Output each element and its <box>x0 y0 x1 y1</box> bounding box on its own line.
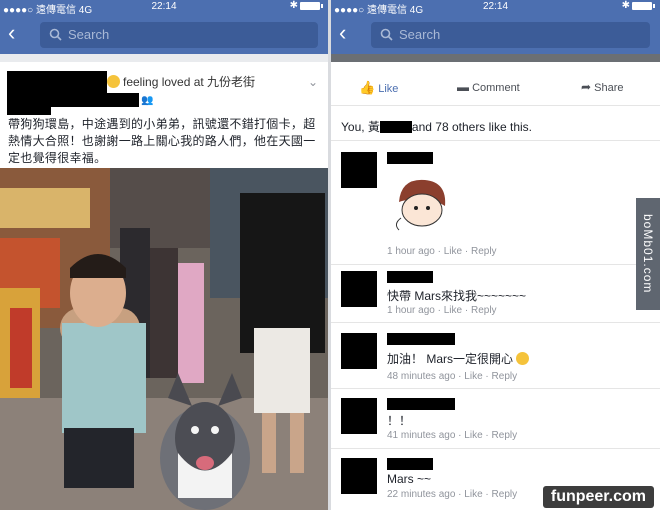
like-button[interactable]: 👍 Like <box>359 80 398 96</box>
share-icon: ➦ <box>581 80 592 94</box>
search-field[interactable]: Search <box>40 22 318 48</box>
commenter-avatar-redacted[interactable] <box>341 271 377 307</box>
side-watermark: boMb01.com <box>636 198 660 310</box>
comment-meta: 1 hour ago · Like · Reply <box>387 246 497 257</box>
commenter-name-redacted[interactable] <box>387 458 433 470</box>
share-button[interactable]: ➦ Share <box>581 80 623 94</box>
bluetooth-icon: ✱ <box>289 0 298 11</box>
likes-prefix: You, 黃 <box>341 120 380 134</box>
divider <box>331 448 660 449</box>
comment-like-link[interactable]: Like <box>444 305 462 316</box>
likes-suffix: and 78 others like this. <box>411 120 532 134</box>
battery-icon <box>632 2 655 10</box>
left-screen: ●●●●○ 遠傳電信 4G 22:14 ✱ ‹ Search feeling l… <box>0 0 328 510</box>
timestamp-redacted <box>7 93 139 107</box>
like-label: Like <box>378 83 399 95</box>
comment-text: Mars ~~ <box>387 472 432 486</box>
bottom-watermark: funpeer.com <box>542 486 654 508</box>
search-placeholder: Search <box>399 27 441 42</box>
back-chevron-icon[interactable]: ‹ <box>339 22 346 44</box>
name-redacted <box>379 121 412 133</box>
smiley-icon <box>516 352 530 365</box>
comment-meta: 1 hour ago · Like · Reply <box>387 305 497 316</box>
comment-like-link[interactable]: Like <box>464 371 482 382</box>
commenter-avatar-redacted[interactable] <box>341 152 377 188</box>
commenter-avatar-redacted[interactable] <box>341 398 377 434</box>
right-screen: ●●●●○ 遠傳電信 4G 22:14 ✱ ‹ Search 👍 Like ▬ … <box>331 0 660 510</box>
divider <box>331 264 660 265</box>
clock: 22:14 <box>151 1 177 12</box>
chevron-down-icon[interactable]: ⌄ <box>308 75 318 89</box>
comment-meta: 41 minutes ago · Like · Reply <box>387 430 518 441</box>
commenter-name-redacted[interactable] <box>387 398 455 410</box>
author-name-redacted[interactable] <box>7 71 107 93</box>
action-bar: 👍 Like ▬ Comment ➦ Share <box>331 72 660 102</box>
photo-edge <box>331 54 660 62</box>
search-icon <box>380 28 393 41</box>
bluetooth-icon: ✱ <box>621 0 630 11</box>
comment-button[interactable]: ▬ Comment <box>457 80 520 94</box>
post-photo[interactable] <box>0 168 328 510</box>
commenter-avatar-redacted[interactable] <box>341 333 377 369</box>
comment-meta: 48 minutes ago · Like · Reply <box>387 371 518 382</box>
back-chevron-icon[interactable]: ‹ <box>8 22 15 44</box>
comment-like-link[interactable]: Like <box>444 246 462 257</box>
feeling-text: feeling loved at 九份老街 <box>123 75 256 89</box>
post-text: 帶狗狗環島，中途遇到的小弟弟，訊號還不錯打個卡，超熱情大合照！也謝謝一路上關心我… <box>8 117 316 165</box>
smiley-icon <box>107 75 120 88</box>
commenter-name-redacted[interactable] <box>387 152 433 164</box>
comment-like-link[interactable]: Like <box>464 430 482 441</box>
comment-reply-link[interactable]: Reply <box>471 305 497 316</box>
search-placeholder: Search <box>68 27 110 42</box>
battery-icon <box>300 2 323 10</box>
nav-bar: ‹ Search <box>331 14 660 54</box>
nav-bar: ‹ Search <box>0 14 328 54</box>
divider <box>331 388 660 389</box>
divider <box>331 322 660 323</box>
status-bar: ●●●●○ 遠傳電信 4G 22:14 ✱ <box>0 0 328 16</box>
divider <box>331 140 660 141</box>
thumbs-up-icon: 👍 <box>359 80 376 95</box>
status-bar: ●●●●○ 遠傳電信 4G 22:14 ✱ <box>331 0 660 16</box>
comment-icon: ▬ <box>457 80 469 94</box>
comment-text: 快帶 Mars來找我~~~~~~~ <box>387 289 527 303</box>
share-label: Share <box>594 82 624 94</box>
feeling-status: feeling loved at 九份老街 <box>107 73 255 90</box>
search-field[interactable]: Search <box>371 22 650 48</box>
comment-meta: 22 minutes ago · Like · Reply <box>387 489 518 500</box>
friends-icon: 👥 <box>141 95 154 106</box>
search-icon <box>49 28 62 41</box>
commenter-name-redacted[interactable] <box>387 333 455 345</box>
comment-text: ！！ <box>387 414 412 428</box>
comment-reply-link[interactable]: Reply <box>492 430 518 441</box>
commenter-avatar-redacted[interactable] <box>341 458 377 494</box>
comment-reply-link[interactable]: Reply <box>471 246 497 257</box>
comment-text: 加油！ Mars一定很開心 <box>387 350 532 367</box>
likes-summary[interactable]: You, 黃 and 78 others like this. <box>341 118 532 135</box>
commenter-name-redacted[interactable] <box>387 271 433 283</box>
divider <box>331 105 660 106</box>
comment-reply-link[interactable]: Reply <box>492 371 518 382</box>
comment-reply-link[interactable]: Reply <box>492 489 518 500</box>
street-photo <box>0 168 328 510</box>
clock: 22:14 <box>482 1 509 12</box>
cartoon-sticker <box>395 179 446 231</box>
comment-label: Comment <box>472 82 520 94</box>
comment-like-link[interactable]: Like <box>464 489 482 500</box>
